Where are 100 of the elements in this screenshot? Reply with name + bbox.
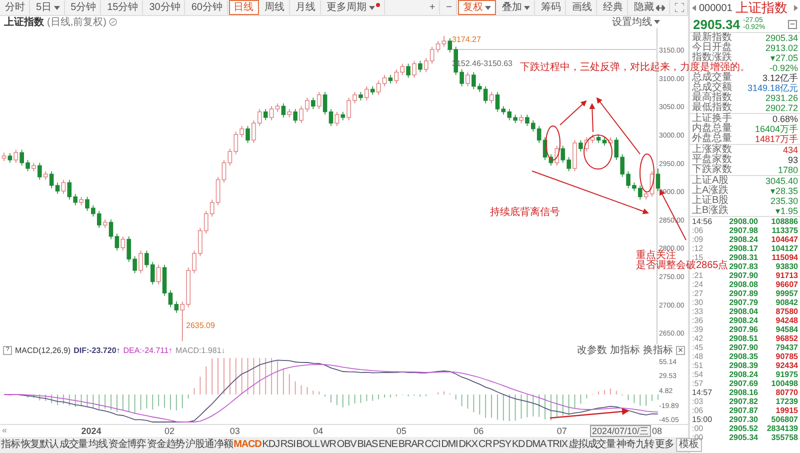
indicator-action-button[interactable]: 改参数	[577, 343, 607, 357]
stat-label: 上B涨跌	[692, 206, 729, 216]
candle	[578, 140, 583, 152]
tick-volume: 108886	[771, 217, 798, 226]
toolbar-button[interactable]: 复权	[458, 0, 496, 15]
stat-label: 平盘家数	[692, 155, 732, 165]
stat-label: 上证换手	[692, 114, 732, 124]
stat-value: 2905.34	[765, 33, 798, 43]
template-button[interactable]: 模板	[676, 438, 702, 452]
caret-icon	[654, 20, 660, 24]
close-button[interactable]: ×	[676, 346, 685, 354]
ma-settings-dropdown[interactable]: 设置均线	[612, 15, 660, 29]
caret-icon	[368, 6, 374, 10]
tick-time: :48	[692, 352, 704, 361]
double-arrow-icon	[656, 4, 665, 10]
caret-icon	[54, 6, 60, 10]
scroll-left-button[interactable]: «	[2, 425, 8, 435]
indicator-tab[interactable]: 资金趋势	[147, 438, 185, 452]
tick-price: 2908.16	[729, 388, 758, 397]
stat-label: 上证B股	[692, 196, 729, 206]
indicator-tab[interactable]: DKX	[458, 438, 478, 452]
stat-value: 93	[788, 155, 798, 165]
indicator-action-button[interactable]: 加指标	[610, 343, 640, 357]
tick-time: :42	[692, 334, 704, 343]
tick-time: :54	[692, 370, 704, 379]
tick-volume: 113375	[772, 226, 798, 235]
annotation-text: 持续底背离信号	[490, 208, 560, 218]
next-icon[interactable]	[794, 5, 798, 11]
stock-name: 上证指数	[735, 0, 788, 17]
indicator-tab[interactable]: DMI	[441, 438, 458, 452]
tick-time: :45	[692, 343, 704, 352]
tick-price: 2908.31	[729, 253, 758, 262]
x-axis-label: 08	[652, 426, 662, 436]
indicator-tab[interactable]: KD	[512, 438, 525, 452]
tick-volume: 2834139	[766, 424, 798, 433]
indicator-tab[interactable]: BIAS	[357, 438, 378, 452]
candle	[246, 126, 250, 144]
candle	[358, 92, 363, 101]
indicator-tab[interactable]: CCI	[424, 438, 440, 452]
indicator-tab[interactable]: PSY	[492, 438, 511, 452]
tick-time: :06	[692, 406, 704, 415]
tick-volume: 90842	[776, 298, 798, 307]
indicator-tab[interactable]: KDJ	[262, 438, 280, 452]
tick-price: 2907.82	[729, 397, 758, 406]
stat-label: 外盘总量	[692, 134, 732, 144]
candle	[406, 63, 410, 78]
indicator-tab[interactable]: 神奇九转	[616, 438, 654, 452]
stat-value: 14817万手	[754, 134, 798, 144]
stat-label: 总成交量	[692, 73, 732, 83]
tick-volume: 80770	[776, 388, 798, 397]
candle	[466, 72, 470, 87]
dea-value: DEA:-24.711↑	[123, 346, 172, 354]
candle	[79, 196, 84, 206]
indicator-tab[interactable]: ENE	[378, 438, 398, 452]
stat-value: ▾28.35	[770, 186, 798, 196]
indicator-tab[interactable]: 均线	[88, 438, 108, 452]
tick-volume: 104647	[771, 235, 798, 244]
indicator-tab[interactable]: 恢复默认	[20, 438, 58, 452]
x-axis-label: 02	[164, 426, 174, 436]
indicator-tab[interactable]: WR	[320, 438, 336, 452]
tick-time: :00	[692, 424, 704, 433]
period-tab[interactable]: 日线	[228, 0, 258, 15]
candle	[192, 250, 196, 274]
indicator-tab[interactable]: BOLL	[296, 438, 320, 452]
candle	[525, 114, 530, 126]
tick-time: :09	[692, 235, 704, 244]
candle	[572, 140, 577, 172]
indicator-action-button[interactable]: 换指标	[643, 343, 673, 357]
indicator-tab[interactable]: OBV	[336, 438, 356, 452]
stat-label: 内盘总量	[692, 124, 732, 134]
indicator-tab[interactable]: 更多	[655, 438, 674, 452]
indicator-tab[interactable]: 成交量	[59, 438, 88, 452]
arrow	[560, 100, 587, 126]
stat-value: 1780	[778, 165, 798, 175]
tick-time: :12	[692, 244, 704, 253]
tick-price: 2908.00	[729, 217, 758, 226]
candle	[132, 256, 137, 274]
indicator-tab[interactable]: 指标	[1, 438, 20, 452]
indicator-tab[interactable]: 资金博弈	[108, 438, 146, 452]
tick-time: 14:57	[692, 388, 712, 397]
stat-value: 3045.40	[765, 176, 798, 186]
stat-value: 3149.18亿元	[747, 83, 798, 93]
tick-volume: 506807	[771, 415, 798, 424]
stat-label: 总成交额	[692, 83, 732, 93]
collapse-button[interactable]: −	[788, 20, 797, 28]
indicator-tab[interactable]: 沪股通净额	[186, 438, 233, 452]
indicator-tab[interactable]: CR	[478, 438, 492, 452]
stat-value: -0.92%	[769, 63, 798, 73]
previous-icon[interactable]	[692, 5, 696, 11]
indicator-tab[interactable]: RSI	[280, 438, 296, 452]
macd-value: MACD:1.981↓	[175, 346, 226, 354]
indicator-tab[interactable]: DMA	[526, 438, 546, 452]
indicator-tab[interactable]: TRIX	[547, 438, 568, 452]
tick-price: 2907.98	[729, 226, 758, 235]
tick-volume: 104127	[771, 244, 798, 253]
indicator-tab[interactable]: 虚拟成交量	[568, 438, 616, 452]
stat-value: 434	[782, 145, 798, 155]
info-icon[interactable]	[109, 18, 118, 26]
indicator-tab[interactable]: BRAR	[398, 438, 424, 452]
tick-time: :30	[692, 298, 704, 307]
